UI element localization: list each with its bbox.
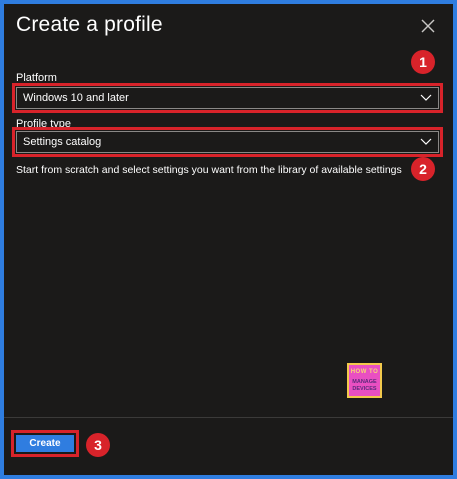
profile-type-label: Profile type bbox=[16, 118, 72, 130]
create-button[interactable]: Create bbox=[16, 435, 74, 452]
watermark-line1: HOW TO bbox=[350, 369, 379, 375]
platform-label: Platform bbox=[16, 72, 57, 84]
chevron-down-icon bbox=[420, 94, 432, 101]
step-3-badge: 3 bbox=[86, 433, 110, 457]
platform-value: Windows 10 and later bbox=[23, 92, 129, 104]
create-profile-panel: Create a profile Platform Windows 10 and… bbox=[4, 4, 453, 475]
step-1-badge: 1 bbox=[411, 50, 435, 74]
profile-type-dropdown[interactable]: Settings catalog bbox=[16, 131, 439, 153]
watermark-line2: MANAGE DEVICES bbox=[352, 379, 377, 392]
step-2-badge: 2 bbox=[411, 157, 435, 181]
dialog-title: Create a profile bbox=[16, 13, 163, 36]
chevron-down-icon bbox=[420, 138, 432, 145]
platform-dropdown[interactable]: Windows 10 and later bbox=[16, 87, 439, 109]
close-icon[interactable] bbox=[419, 17, 437, 35]
footer-divider bbox=[4, 417, 453, 418]
profile-type-description: Start from scratch and select settings y… bbox=[16, 164, 402, 176]
watermark-logo: HOW TO MANAGE DEVICES bbox=[347, 363, 382, 398]
profile-type-value: Settings catalog bbox=[23, 136, 102, 148]
